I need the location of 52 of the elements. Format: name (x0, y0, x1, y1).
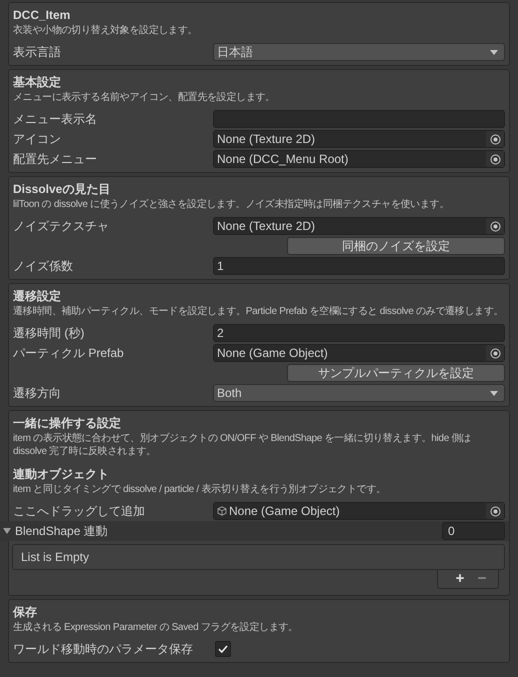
list-title[interactable]: BlendShape 連動 (15, 522, 442, 540)
section-title: 一緒に操作する設定 (13, 415, 121, 432)
cube-icon (217, 506, 227, 516)
list-size-field[interactable]: 0 (442, 522, 505, 540)
field-label: 遷移方向 (13, 385, 62, 402)
add-button[interactable]: + (452, 570, 468, 588)
action-button[interactable]: サンプルパーティクルを設定 (287, 364, 505, 382)
section-description: lilToon の dissolve に使うノイズと強さを設定します。ノイズ未指定時は同梱テクスチャを使います。 (13, 198, 450, 211)
object-field[interactable]: None (Game Object) (213, 502, 505, 520)
section-description: メニューに表示する名前やアイコン、配置先を設定します。 (13, 91, 276, 104)
checkbox[interactable] (215, 641, 231, 657)
field-label: 配置先メニュー (13, 151, 98, 168)
section-title: DCC_Item (13, 7, 70, 24)
section-title: Dissolveの見た目 (13, 181, 110, 198)
field-label: ノイズ係数 (13, 258, 74, 275)
input-field[interactable] (213, 110, 505, 128)
object-picker-button[interactable] (486, 503, 504, 519)
object-field[interactable]: None (Game Object) (213, 344, 505, 362)
checkmark-icon (218, 645, 228, 653)
foldout-arrow-icon[interactable] (3, 527, 11, 535)
object-picker-button[interactable] (486, 345, 504, 361)
section-description: 生成される Expression Parameter の Saved フラグを設定します。 (13, 621, 299, 634)
object-picker-button[interactable] (486, 218, 504, 234)
field-label: ここへドラッグして追加 (13, 503, 146, 520)
dropdown[interactable]: Both (213, 384, 505, 402)
field-label: ノイズテクスチャ (13, 218, 110, 235)
object-field[interactable]: None (DCC_Menu Root) (213, 150, 505, 168)
object-picker-button[interactable] (486, 151, 504, 167)
object-field[interactable]: None (Texture 2D) (213, 217, 505, 235)
subsection-title: 連動オブジェクト (13, 466, 109, 483)
object-picker-button[interactable] (486, 131, 504, 147)
caret-icon (490, 390, 498, 396)
field-label: メニュー表示名 (13, 111, 98, 128)
dropdown[interactable]: 日本語 (213, 43, 505, 61)
field-label: ワールド移動時のパラメータ保存 (13, 641, 194, 658)
field-label: アイコン (13, 131, 62, 148)
field-label: 表示言語 (13, 44, 62, 61)
field-label: パーティクル Prefab (13, 345, 125, 362)
object-field[interactable]: None (Texture 2D) (213, 130, 505, 148)
section-description: 遷移時間、補助パーティクル、モードを設定します。Particle Prefab を空欄にすると dissolve のみで遷移します。 (13, 305, 504, 318)
section-title: 遷移設定 (13, 288, 61, 305)
section-title: 保存 (13, 604, 37, 621)
subsection-description: item と同じタイミングで dissolve / particle / 表示切り替えを行う別オブジェクトです。 (13, 483, 387, 496)
action-button[interactable]: 同梱のノイズを設定 (287, 237, 505, 255)
field-label: 遷移時間 (秒) (13, 325, 86, 342)
section-title: 基本設定 (13, 74, 61, 91)
input-field[interactable]: 1 (213, 257, 505, 275)
section-description: 衣装や小物の切り替え対象を設定します。 (13, 24, 198, 37)
input-field[interactable]: 2 (213, 324, 505, 342)
caret-icon (490, 50, 498, 54)
empty-list-text: List is Empty (21, 550, 90, 564)
section-description: item の表示状態に合わせて、別オブジェクトの ON/OFF や BlendShape を一緒に切り替えます。hide 側は dissolve 完了時に反映されます。 (13, 432, 472, 458)
